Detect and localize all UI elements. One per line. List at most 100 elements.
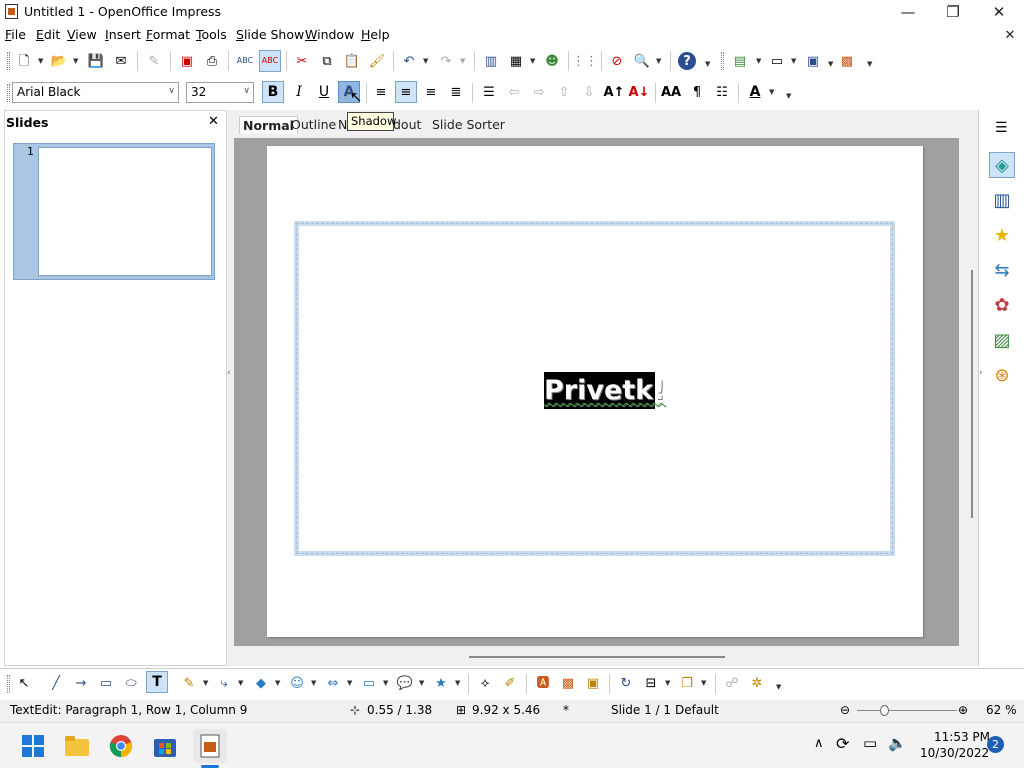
block-arrows-icon[interactable]: ⇔ [324,674,342,692]
custom-animation-icon[interactable]: ★ [989,222,1015,248]
chrome-icon[interactable] [106,731,136,761]
horizontal-scrollbar[interactable] [233,650,968,664]
tab-outline[interactable]: Outline [288,116,339,134]
menu-file[interactable]: File [5,27,26,42]
table-icon[interactable]: ▦ [507,52,525,70]
toolbar-grip[interactable] [721,52,724,70]
dropdown-icon[interactable]: ▼ [701,679,706,687]
slide-thumbnail[interactable]: 1 [13,143,215,280]
tab-slide-sorter[interactable]: Slide Sorter [429,116,508,134]
menu-slide-show[interactable]: Slide Show [236,27,304,42]
cut-icon[interactable]: ✂ [293,52,311,70]
navigator-icon[interactable]: ⊛ [989,362,1015,388]
text-tool-icon[interactable]: T [146,671,168,693]
vertical-scrollbar[interactable] [968,138,978,646]
zoom-out-icon[interactable]: ⊖ [840,703,850,717]
flowchart-icon[interactable]: ▭ [360,674,378,692]
gallery-icon[interactable]: ▨ [989,327,1015,353]
zoom-slider-handle[interactable] [880,705,889,716]
close-window-button[interactable]: ✕ [976,0,1022,24]
toolbar-overflow-icon[interactable]: ▼ [867,60,872,68]
new-dropdown-icon[interactable]: ▼ [38,57,43,65]
menu-help[interactable]: Help [361,27,390,42]
navigator-icon[interactable]: ⊘ [608,52,626,70]
toolbar-grip[interactable] [7,675,10,693]
undo-icon[interactable]: ↶ [400,52,418,70]
dropdown-icon[interactable]: ▼ [311,679,316,687]
print-icon[interactable]: ⎙ [203,52,221,70]
font-size-combo[interactable]: 32 ∨ [186,82,254,103]
close-document-button[interactable]: ✕ [995,24,1024,46]
italic-button[interactable]: I [290,83,308,101]
collapse-arrow-icon[interactable]: › [979,368,983,378]
slide-transition-icon[interactable]: ⇆ [989,257,1015,283]
zoom-slider[interactable] [857,710,957,711]
toolbar-overflow-icon[interactable]: ▼ [828,60,833,68]
from-file-icon[interactable]: ▩ [559,674,577,692]
table-dropdown-icon[interactable]: ▼ [530,57,535,65]
scrollbar-thumb[interactable] [469,656,725,658]
decrease-spacing-icon[interactable]: A↓ [629,83,650,101]
slide-design-dropdown-icon[interactable]: ▼ [791,57,796,65]
edit-file-icon[interactable]: ✎ [145,52,163,70]
underline-button[interactable]: U [315,83,333,101]
spellcheck-icon[interactable]: ABC [236,52,254,70]
sidebar-menu-icon[interactable]: ☰ [995,120,1008,136]
clock-date[interactable]: 10/30/2022 [920,746,989,760]
menu-edit[interactable]: Edit [36,27,60,42]
increase-spacing-icon[interactable]: A↑ [604,83,625,101]
auto-spellcheck-icon[interactable]: ABC [259,50,281,72]
extrusion-icon[interactable]: ☍ [723,674,741,692]
fontwork-icon[interactable]: ☻ [543,52,561,70]
toolbar-overflow-icon[interactable]: ▼ [786,92,791,100]
close-panel-icon[interactable]: ✕ [208,114,219,129]
slide[interactable]: Privetk! [267,146,923,637]
bullets-icon[interactable]: ☰ [480,83,498,101]
dropdown-icon[interactable]: ▼ [275,679,280,687]
menu-format[interactable]: Format [146,27,190,42]
dropdown-icon[interactable]: ▼ [455,679,460,687]
scrollbar-thumb[interactable] [968,270,978,518]
points-icon[interactable]: ⟡ [476,674,494,692]
redo-dropdown-icon[interactable]: ▼ [460,57,465,65]
line-icon[interactable]: ╱ [47,674,65,692]
slide-canvas[interactable]: Privetk! [234,138,959,646]
zoom-in-icon[interactable]: ⊕ [958,703,968,717]
arrange-icon[interactable]: ❐ [678,674,696,692]
network-icon[interactable]: ▭ [863,734,877,752]
align-center-icon[interactable]: ≡ [395,81,417,103]
slide-show-icon[interactable]: ▩ [838,52,856,70]
symbol-shapes-icon[interactable]: ☺ [288,674,306,692]
email-icon[interactable]: ✉ [112,52,130,70]
copy-icon[interactable]: ⧉ [318,52,336,70]
dropdown-icon[interactable]: ▼ [383,679,388,687]
glue-points-icon[interactable]: ✐ [501,674,519,692]
volume-icon[interactable]: 🔈 [888,734,907,752]
redo-icon[interactable]: ↷ [437,52,455,70]
font-color-dropdown-icon[interactable]: ▼ [769,88,774,96]
rectangle-icon[interactable]: ▭ [97,674,115,692]
curve-icon[interactable]: ✎ [180,674,198,692]
justify-icon[interactable]: ≣ [447,83,465,101]
undo-dropdown-icon[interactable]: ▼ [423,57,428,65]
sync-icon[interactable]: ⟳ [836,734,849,753]
toolbar-overflow-icon[interactable]: ▼ [705,60,710,68]
help-icon[interactable]: ? [678,52,696,70]
maximize-button[interactable]: ❐ [930,0,976,24]
fontwork-gallery-icon[interactable]: 🅰 [534,674,552,692]
basic-shapes-icon[interactable]: ◆ [252,674,270,692]
align-left-icon[interactable]: ≡ [372,83,390,101]
chart-icon[interactable]: ▥ [482,52,500,70]
align-right-icon[interactable]: ≡ [422,83,440,101]
bold-button[interactable]: B [262,81,284,103]
toolbar-overflow-icon[interactable]: ▼ [776,683,781,691]
gallery-icon[interactable]: ▣ [584,674,602,692]
slide-text[interactable]: Privetk! [544,372,665,409]
new-slide-dropdown-icon[interactable]: ▼ [756,57,761,65]
dropdown-icon[interactable]: ▼ [347,679,352,687]
menu-window[interactable]: Window [305,27,354,42]
arrow-line-icon[interactable]: → [72,674,90,692]
stars-icon[interactable]: ★ [432,674,450,692]
demote-icon[interactable]: ⇨ [530,83,548,101]
store-icon[interactable] [150,731,180,761]
